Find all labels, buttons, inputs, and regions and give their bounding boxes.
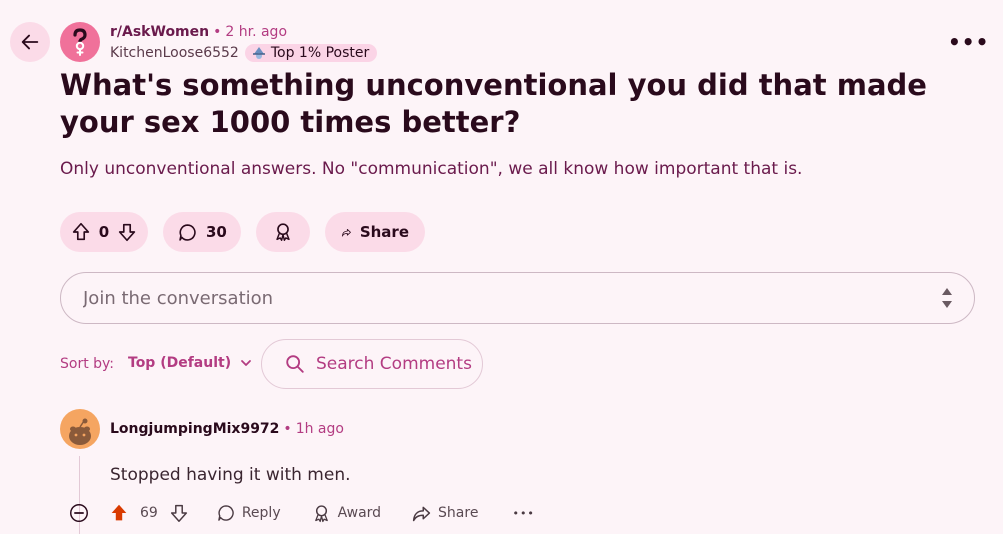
arrow-left-icon xyxy=(21,34,39,50)
commenter-avatar[interactable] xyxy=(60,409,100,449)
share-icon xyxy=(412,506,431,521)
collapse-thread-icon[interactable] xyxy=(68,502,90,524)
sort-label: Sort by: xyxy=(60,356,115,372)
chevron-down-icon xyxy=(241,360,252,366)
question-female-icon xyxy=(73,28,87,56)
upvote-filled-icon[interactable] xyxy=(108,502,130,524)
share-button[interactable]: Share xyxy=(325,212,425,252)
comment-meta: LongjumpingMix9972 • 1h ago xyxy=(110,421,344,437)
post-score: 0 xyxy=(98,223,110,241)
post-body: Only unconventional answers. No "communi… xyxy=(60,159,803,179)
more-options-button[interactable]: ••• xyxy=(948,30,989,54)
reply-label: Reply xyxy=(241,505,281,521)
share-label: Share xyxy=(359,223,409,241)
downvote-icon[interactable] xyxy=(168,502,190,524)
award-button[interactable] xyxy=(256,212,310,252)
comment-composer[interactable] xyxy=(60,272,975,324)
comment-bubble-icon xyxy=(218,505,234,521)
comment-score: 69 xyxy=(140,505,158,521)
subreddit-name[interactable]: r/AskWomen xyxy=(110,24,209,40)
award-icon xyxy=(314,504,328,522)
comment-vote: 69 xyxy=(108,502,190,524)
sort-dropdown[interactable]: Top (Default) xyxy=(128,355,253,371)
snoo-avatar-icon xyxy=(69,418,91,445)
comment-author[interactable]: LongjumpingMix9972 xyxy=(110,421,279,437)
share-comment-button[interactable]: Share xyxy=(411,503,478,524)
award-icon xyxy=(276,223,290,241)
post-time: 2 hr. ago xyxy=(225,24,288,40)
comment-bubble-icon xyxy=(179,223,196,241)
subreddit-avatar[interactable] xyxy=(60,22,100,62)
upvote-icon[interactable] xyxy=(70,221,92,243)
wizard-icon xyxy=(252,47,265,59)
comment-actions: 69 Reply Award Share ••• xyxy=(68,500,535,526)
search-icon xyxy=(286,355,304,373)
meta-separator: • xyxy=(213,24,222,40)
post-meta: r/AskWomen • 2 hr. ago xyxy=(110,24,287,40)
award-label: Award xyxy=(337,505,382,521)
search-comments-button[interactable]: Search Comments xyxy=(261,339,483,389)
post-author-line: KitchenLoose6552 Top 1% Poster xyxy=(110,44,378,62)
comments-button[interactable]: 30 xyxy=(163,212,241,252)
back-button[interactable] xyxy=(10,22,50,62)
post-title: What's something unconventional you did … xyxy=(60,68,927,139)
share-icon xyxy=(341,228,351,237)
join-conversation-input[interactable] xyxy=(81,286,885,310)
comment-count: 30 xyxy=(206,223,227,241)
comment-more-button[interactable]: ••• xyxy=(512,507,534,520)
search-comments-label: Search Comments xyxy=(316,354,472,374)
author-flair: Top 1% Poster xyxy=(244,44,378,62)
comment-time: 1h ago xyxy=(295,421,344,437)
flair-text: Top 1% Poster xyxy=(270,45,370,61)
expand-handle-icon[interactable] xyxy=(940,285,954,311)
downvote-icon[interactable] xyxy=(116,221,138,243)
comment-share-label: Share xyxy=(438,505,479,521)
award-comment-button[interactable]: Award xyxy=(311,503,381,524)
sort-value: Top (Default) xyxy=(128,355,232,371)
post-author[interactable]: KitchenLoose6552 xyxy=(110,45,239,61)
comment-separator: • xyxy=(283,421,292,437)
reply-button[interactable]: Reply xyxy=(216,503,281,523)
comment-body: Stopped having it with men. xyxy=(110,465,351,485)
vote-pill: 0 xyxy=(60,212,148,252)
